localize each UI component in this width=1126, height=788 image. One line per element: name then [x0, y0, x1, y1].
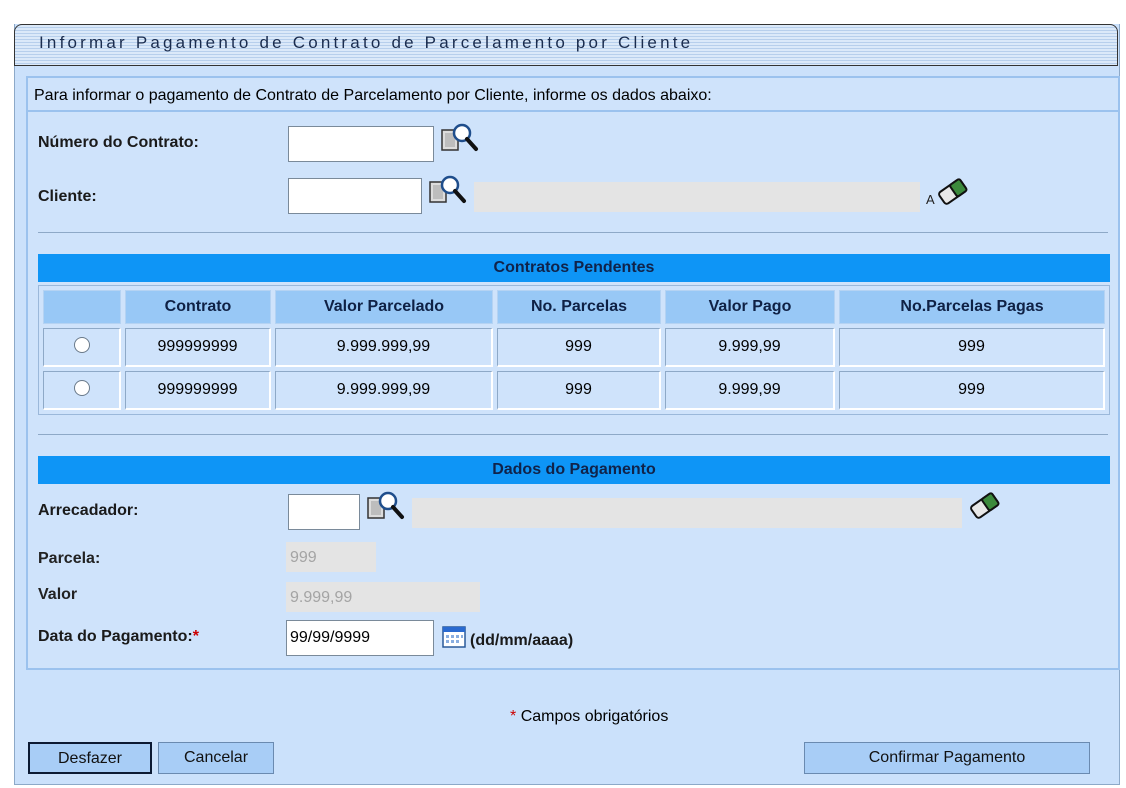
eraser-icon[interactable] [968, 490, 1004, 527]
required-asterisk: * [510, 708, 517, 725]
table-row: 999999999 9.999.999,99 999 9.999,99 999 [43, 371, 1105, 410]
row-radio[interactable] [73, 336, 90, 353]
payment-section-header: Dados do Pagamento [38, 456, 1110, 484]
cell-contrato: 999999999 [125, 371, 271, 410]
confirm-payment-button[interactable]: Confirmar Pagamento [804, 742, 1090, 774]
cell-valor-pago: 9.999,99 [665, 371, 835, 410]
arrecadador-input[interactable] [288, 494, 360, 530]
valor-label: Valor [38, 586, 78, 603]
separator [38, 232, 1108, 233]
form-panel: Para informar o pagamento de Contrato de… [26, 76, 1120, 670]
table-header-row: Contrato Valor Parcelado No. Parcelas Va… [43, 290, 1105, 324]
valor-field: 9.999,99 [286, 582, 480, 612]
calendar-icon[interactable] [442, 626, 466, 653]
data-pagamento-label-text: Data do Pagamento: [38, 628, 193, 645]
arrecadador-label: Arrecadador: [38, 502, 139, 519]
column-header-no-parcelas: No. Parcelas [497, 290, 661, 324]
cell-parcelas-pagas: 999 [839, 328, 1105, 367]
column-header-contrato: Contrato [125, 290, 271, 324]
row-select-cell [43, 328, 121, 367]
search-icon[interactable] [428, 172, 468, 213]
cell-valor-pago: 9.999,99 [665, 328, 835, 367]
data-pagamento-input[interactable] [286, 620, 434, 656]
date-format-hint: (dd/mm/aaaa) [470, 632, 574, 649]
numero-contrato-label: Número do Contrato: [38, 134, 199, 151]
contracts-table: Contrato Valor Parcelado No. Parcelas Va… [38, 285, 1110, 415]
parcela-label: Parcela: [38, 550, 101, 567]
column-header-parcelas-pagas: No.Parcelas Pagas [839, 290, 1105, 324]
cliente-input[interactable] [288, 178, 422, 214]
cell-valor-parcelado: 9.999.999,99 [275, 328, 493, 367]
cliente-name-display [474, 182, 920, 212]
cliente-label: Cliente: [38, 188, 97, 205]
numero-contrato-input[interactable] [288, 126, 434, 162]
required-note-text: Campos obrigatórios [520, 708, 669, 725]
intro-text: Para informar o pagamento de Contrato de… [28, 78, 1118, 112]
contracts-section-header: Contratos Pendentes [38, 254, 1110, 282]
eraser-icon[interactable]: A [924, 174, 972, 213]
search-icon[interactable] [366, 488, 406, 529]
arrecadador-name-display [412, 498, 962, 528]
column-header-select [43, 290, 121, 324]
parcela-field: 999 [286, 542, 376, 572]
page-title: Informar Pagamento de Contrato de Parcel… [39, 33, 694, 52]
svg-text:A: A [926, 192, 935, 207]
title-bar: Informar Pagamento de Contrato de Parcel… [14, 24, 1118, 66]
row-select-cell [43, 371, 121, 410]
cell-contrato: 999999999 [125, 328, 271, 367]
required-note: * Campos obrigatórios [510, 708, 668, 726]
cell-no-parcelas: 999 [497, 371, 661, 410]
cell-parcelas-pagas: 999 [839, 371, 1105, 410]
column-header-valor-pago: Valor Pago [665, 290, 835, 324]
required-asterisk: * [192, 628, 199, 645]
column-header-valor-parcelado: Valor Parcelado [275, 290, 493, 324]
undo-button[interactable]: Desfazer [28, 742, 152, 774]
separator [38, 434, 1108, 435]
search-icon[interactable] [440, 120, 480, 161]
cancel-button[interactable]: Cancelar [158, 742, 274, 774]
row-radio[interactable] [73, 379, 90, 396]
cell-no-parcelas: 999 [497, 328, 661, 367]
data-pagamento-label: Data do Pagamento:* [38, 628, 199, 646]
table-row: 999999999 9.999.999,99 999 9.999,99 999 [43, 328, 1105, 367]
cell-valor-parcelado: 9.999.999,99 [275, 371, 493, 410]
